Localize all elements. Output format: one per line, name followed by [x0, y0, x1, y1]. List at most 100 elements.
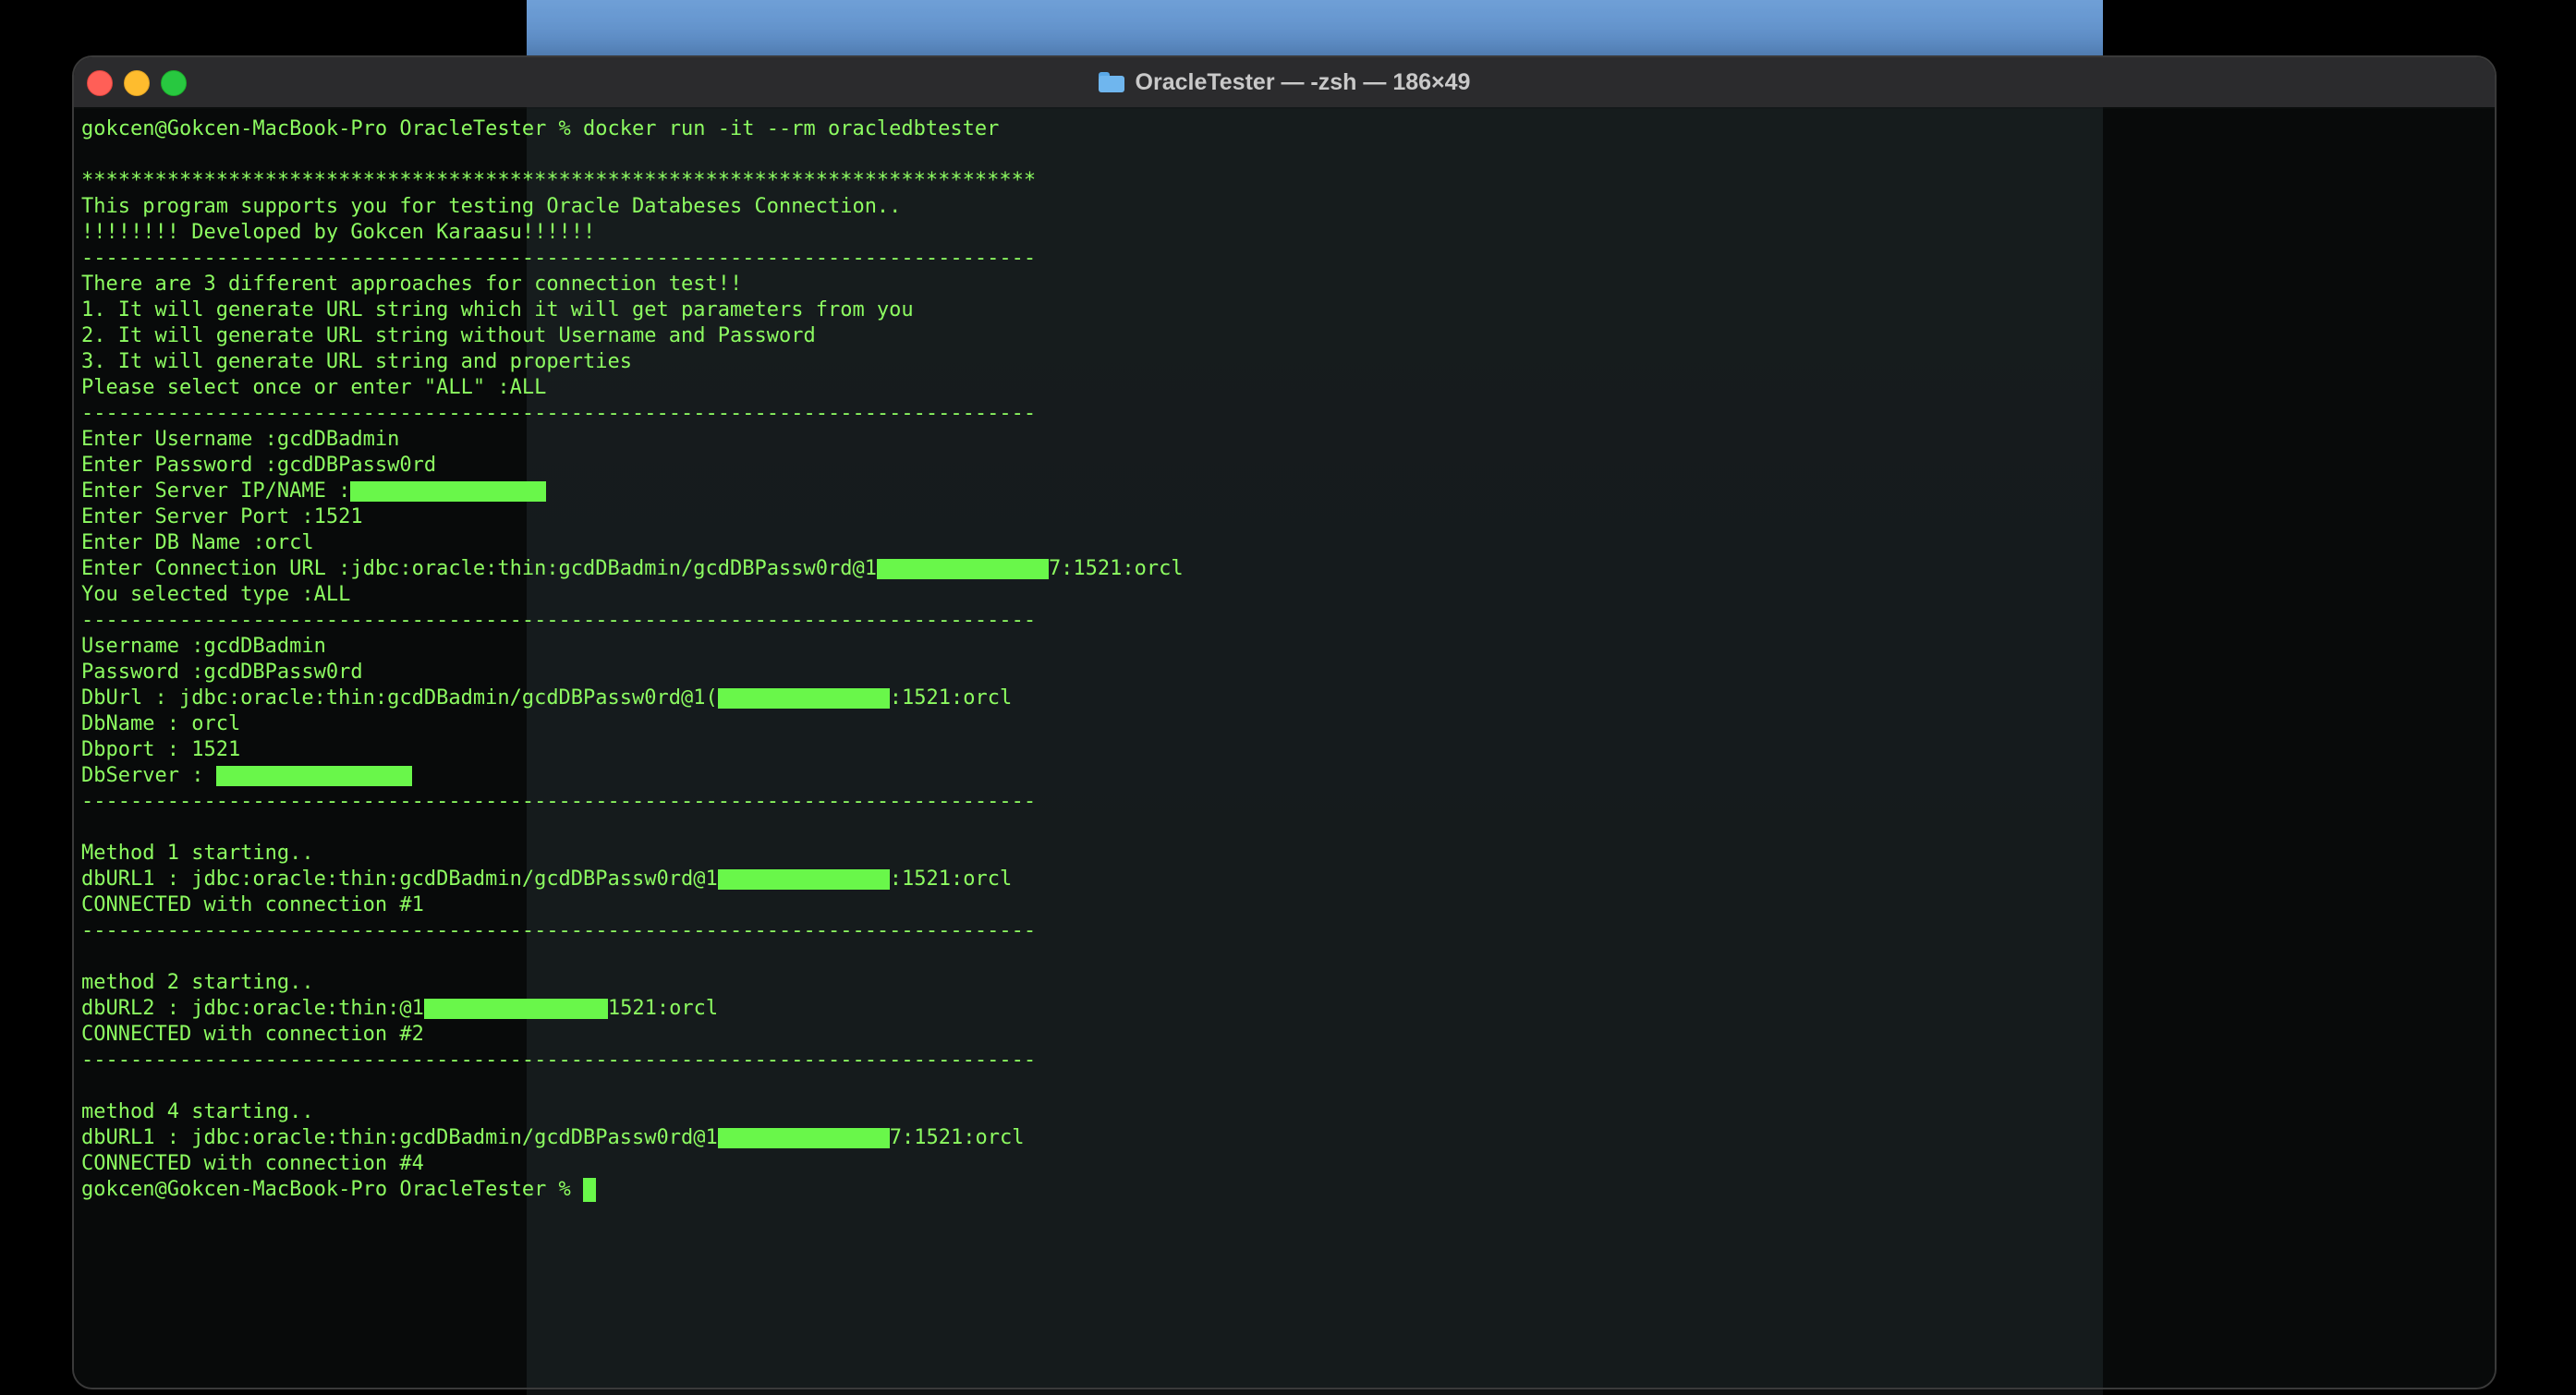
terminal-line-text: gokcen@Gokcen-MacBook-Pro OracleTester %…	[81, 117, 1000, 140]
terminal-line: Enter Server Port :1521	[81, 504, 1184, 530]
terminal-line: Password :gcdDBPassw0rd	[81, 660, 1184, 685]
terminal-line: Dbport : 1521	[81, 737, 1184, 763]
window-title: OracleTester — -zsh — 186×49	[1135, 68, 1471, 95]
redaction-highlight	[350, 481, 547, 502]
terminal-line-text: method 2 starting..	[81, 971, 314, 994]
terminal-line: ****************************************…	[81, 168, 1184, 194]
folder-icon	[1098, 72, 1124, 92]
terminal-line-suffix: 7:1521:orcl	[1048, 557, 1184, 580]
terminal-line: Enter Connection URL :jdbc:oracle:thin:g…	[81, 556, 1184, 582]
redaction-highlight	[717, 688, 890, 709]
redaction-highlight	[717, 1128, 890, 1148]
terminal-line-text: DbServer :	[81, 764, 216, 787]
title-bar[interactable]: OracleTester — -zsh — 186×49	[74, 57, 2495, 109]
terminal-line: gokcen@Gokcen-MacBook-Pro OracleTester %	[81, 1177, 1184, 1203]
terminal-line-text: ----------------------------------------…	[81, 919, 1037, 942]
terminal-line-text: Enter Server IP/NAME :	[81, 479, 351, 503]
terminal-line-text: ----------------------------------------…	[81, 1049, 1037, 1072]
terminal-line-text: ----------------------------------------…	[81, 247, 1037, 270]
terminal-line: Enter Server IP/NAME :	[81, 479, 1184, 504]
terminal-line: !!!!!!!! Developed by Gokcen Karaasu!!!!…	[81, 220, 1184, 246]
terminal-line-text: Username :gcdDBadmin	[81, 635, 326, 658]
terminal-line: method 4 starting..	[81, 1099, 1184, 1125]
terminal-line: ----------------------------------------…	[81, 246, 1184, 272]
terminal-line: Enter DB Name :orcl	[81, 530, 1184, 556]
terminal-line-suffix: :1521:orcl	[889, 867, 1013, 891]
terminal-line: gokcen@Gokcen-MacBook-Pro OracleTester %…	[81, 116, 1184, 142]
terminal-line: CONNECTED with connection #4	[81, 1151, 1184, 1177]
terminal-line: Username :gcdDBadmin	[81, 634, 1184, 660]
terminal-line: method 2 starting..	[81, 970, 1184, 996]
terminal-line: CONNECTED with connection #2	[81, 1022, 1184, 1048]
terminal-line-text: Enter Connection URL :jdbc:oracle:thin:g…	[81, 557, 877, 580]
terminal-window[interactable]: OracleTester — -zsh — 186×49 gokcen@Gokc…	[74, 57, 2495, 1388]
terminal-line-text: method 4 starting..	[81, 1100, 314, 1123]
terminal-line-text: dbURL2 : jdbc:oracle:thin:@1	[81, 997, 424, 1020]
terminal-line: ----------------------------------------…	[81, 608, 1184, 634]
terminal-line-text: dbURL1 : jdbc:oracle:thin:gcdDBadmin/gcd…	[81, 867, 718, 891]
redaction-highlight	[717, 869, 890, 890]
terminal-output[interactable]: gokcen@Gokcen-MacBook-Pro OracleTester %…	[81, 116, 1184, 1203]
terminal-line: Enter Password :gcdDBPassw0rd	[81, 453, 1184, 479]
terminal-line-text: Dbport : 1521	[81, 738, 241, 761]
terminal-line-text: ----------------------------------------…	[81, 609, 1037, 632]
terminal-line-text: There are 3 different approaches for con…	[81, 273, 743, 296]
terminal-line-text: CONNECTED with connection #4	[81, 1152, 424, 1175]
terminal-line-text: Enter Server Port :1521	[81, 505, 363, 528]
terminal-line-suffix: 1521:orcl	[607, 997, 719, 1020]
terminal-line: DbName : orcl	[81, 711, 1184, 737]
terminal-line: 2. It will generate URL string without U…	[81, 323, 1184, 349]
terminal-cursor	[583, 1178, 597, 1202]
terminal-line-text: gokcen@Gokcen-MacBook-Pro OracleTester %	[81, 1178, 584, 1201]
terminal-line: dbURL1 : jdbc:oracle:thin:gcdDBadmin/gcd…	[81, 1125, 1184, 1151]
terminal-line: You selected type :ALL	[81, 582, 1184, 608]
terminal-line: ----------------------------------------…	[81, 789, 1184, 815]
terminal-line-suffix: 7:1521:orcl	[889, 1126, 1025, 1149]
redaction-highlight	[215, 766, 412, 786]
terminal-line-text: ----------------------------------------…	[81, 790, 1037, 813]
terminal-line-text: Please select once or enter "ALL" :ALL	[81, 376, 547, 399]
redaction-highlight	[423, 999, 608, 1019]
terminal-line: There are 3 different approaches for con…	[81, 272, 1184, 297]
terminal-line-text: CONNECTED with connection #1	[81, 893, 424, 916]
terminal-line: CONNECTED with connection #1	[81, 892, 1184, 918]
window-title-group: OracleTester — -zsh — 186×49	[74, 57, 2495, 107]
terminal-line: Enter Username :gcdDBadmin	[81, 427, 1184, 453]
terminal-line-text: !!!!!!!! Developed by Gokcen Karaasu!!!!…	[81, 221, 596, 244]
terminal-line-text: ----------------------------------------…	[81, 402, 1037, 425]
terminal-line: DbUrl : jdbc:oracle:thin:gcdDBadmin/gcdD…	[81, 685, 1184, 711]
terminal-line: ----------------------------------------…	[81, 401, 1184, 427]
terminal-line-text: ****************************************…	[81, 169, 1037, 192]
terminal-line-text: Enter Username :gcdDBadmin	[81, 428, 400, 451]
terminal-line-text: Enter DB Name :orcl	[81, 531, 314, 554]
terminal-line-text: You selected type :ALL	[81, 583, 351, 606]
terminal-line: Method 1 starting..	[81, 841, 1184, 867]
terminal-line-text: 1. It will generate URL string which it …	[81, 298, 914, 321]
terminal-line-text: CONNECTED with connection #2	[81, 1023, 424, 1046]
terminal-line: This program supports you for testing Or…	[81, 194, 1184, 220]
terminal-line-text: DbName : orcl	[81, 712, 241, 735]
terminal-line-text: Password :gcdDBPassw0rd	[81, 661, 363, 684]
desktop: OracleTester — -zsh — 186×49 gokcen@Gokc…	[0, 0, 2576, 1395]
terminal-line: 1. It will generate URL string which it …	[81, 297, 1184, 323]
terminal-line-text: Enter Password :gcdDBPassw0rd	[81, 454, 437, 477]
terminal-line-suffix: :1521:orcl	[889, 686, 1013, 710]
terminal-line-text: 2. It will generate URL string without U…	[81, 324, 816, 347]
terminal-line: DbServer :	[81, 763, 1184, 789]
terminal-line-text: dbURL1 : jdbc:oracle:thin:gcdDBadmin/gcd…	[81, 1126, 718, 1149]
terminal-line-text: 3. It will generate URL string and prope…	[81, 350, 633, 373]
terminal-line: Please select once or enter "ALL" :ALL	[81, 375, 1184, 401]
terminal-line: ----------------------------------------…	[81, 1048, 1184, 1074]
terminal-line: dbURL2 : jdbc:oracle:thin:@1 1521:orcl	[81, 996, 1184, 1022]
terminal-line-text: DbUrl : jdbc:oracle:thin:gcdDBadmin/gcdD…	[81, 686, 718, 710]
terminal-line: dbURL1 : jdbc:oracle:thin:gcdDBadmin/gcd…	[81, 867, 1184, 892]
terminal-line-text: This program supports you for testing Or…	[81, 195, 902, 218]
terminal-line: ----------------------------------------…	[81, 918, 1184, 944]
terminal-line-text: Method 1 starting..	[81, 842, 314, 865]
terminal-line: 3. It will generate URL string and prope…	[81, 349, 1184, 375]
redaction-highlight	[876, 559, 1049, 579]
